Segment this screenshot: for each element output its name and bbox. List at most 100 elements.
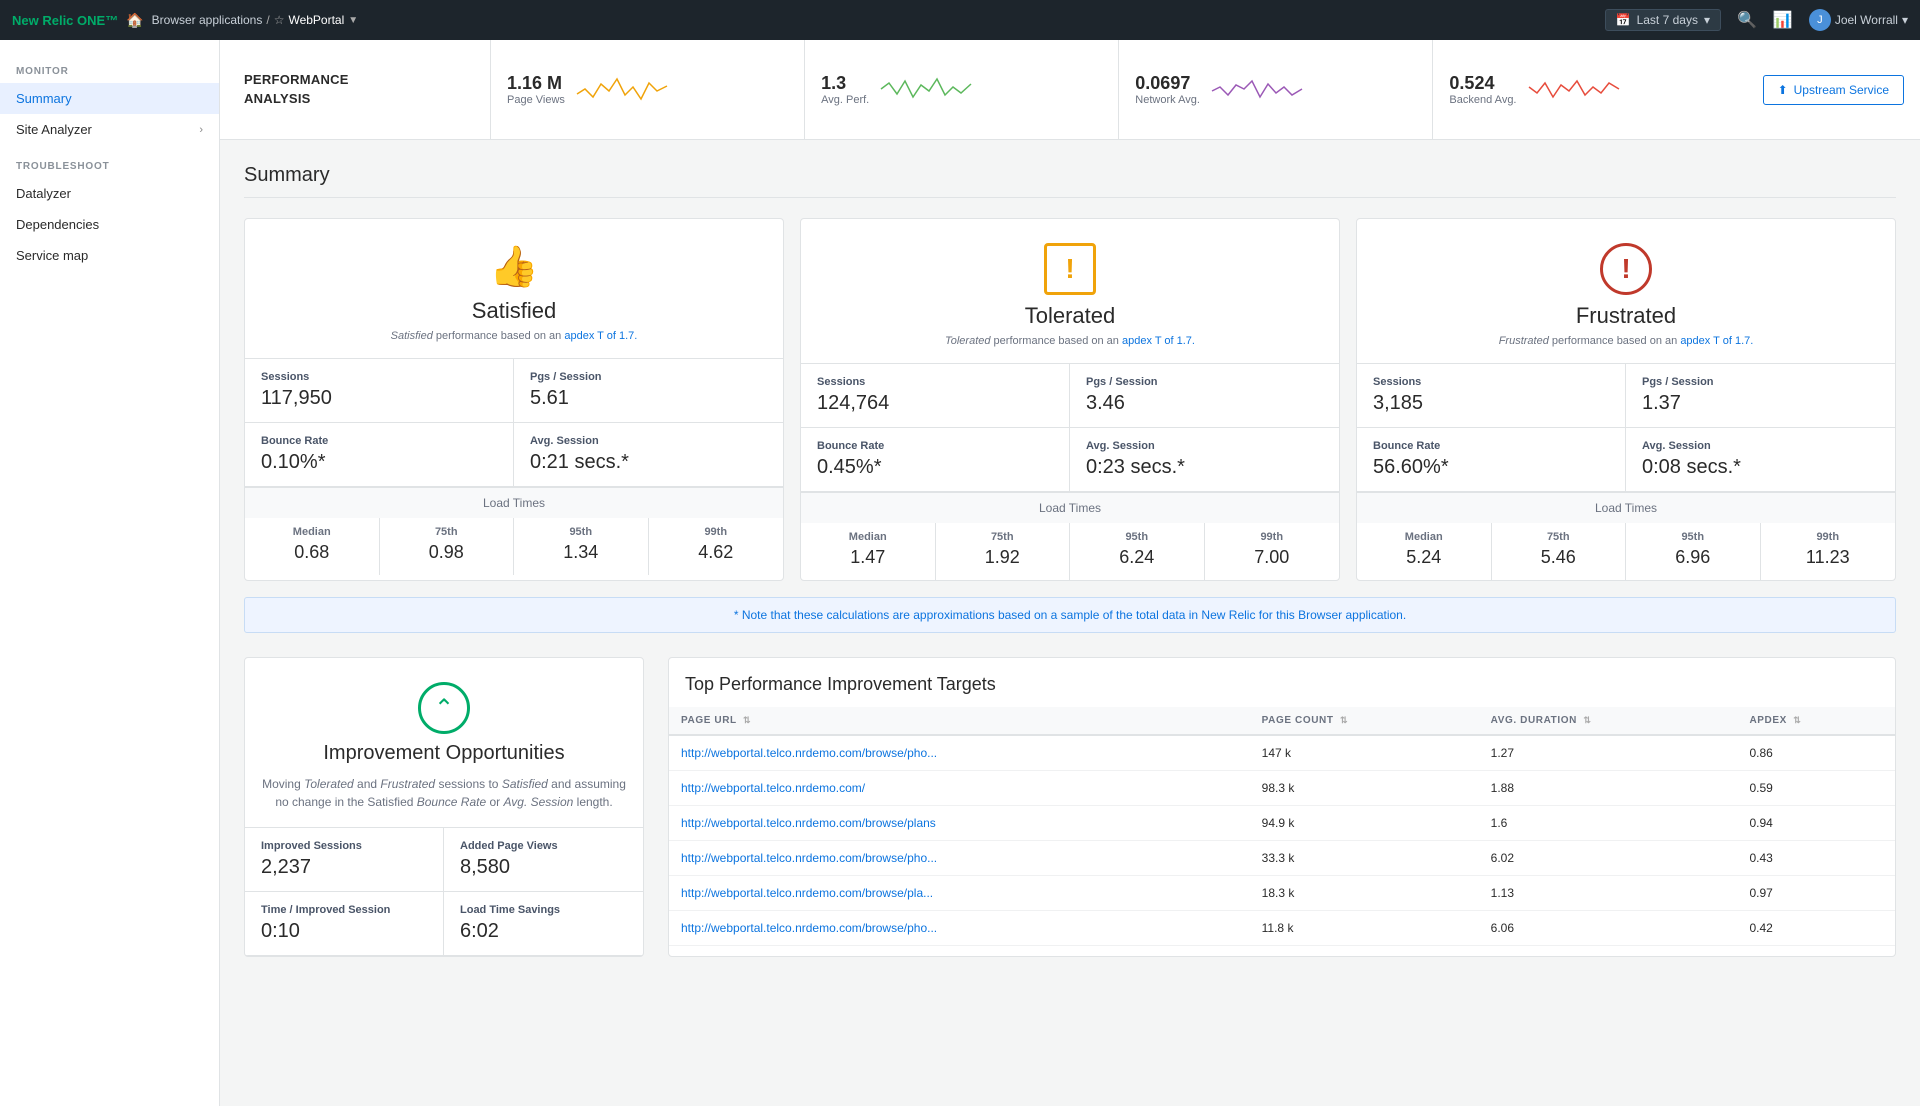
network-avg-label: Network Avg. bbox=[1135, 94, 1200, 106]
frustrated-p95: 95th 6.96 bbox=[1626, 523, 1761, 580]
user-name: Joel Worrall bbox=[1835, 13, 1898, 27]
frustrated-apdex-link[interactable]: apdex T of 1.7. bbox=[1680, 335, 1753, 347]
breadcrumb-current: WebPortal bbox=[288, 13, 344, 27]
avg-perf-chart bbox=[881, 69, 1102, 110]
satisfied-pgs-session: Pgs / Session 5.61 bbox=[514, 359, 783, 423]
tolerated-avg-session: Avg. Session 0:23 secs.* bbox=[1070, 428, 1339, 492]
frustrated-median: Median 5.24 bbox=[1357, 523, 1492, 580]
col-page-url[interactable]: PAGE URL ⇅ bbox=[669, 707, 1250, 735]
sidebar-item-service-map-label: Service map bbox=[16, 248, 88, 263]
content-area: Summary 👍 Satisfied Satisfied performanc… bbox=[220, 140, 1920, 981]
page-views-metric: 1.16 M Page Views bbox=[490, 40, 804, 139]
network-avg-value: 0.0697 bbox=[1135, 73, 1200, 94]
sidebar-item-site-analyzer[interactable]: Site Analyzer › bbox=[0, 114, 219, 145]
satisfied-sessions: Sessions 117,950 bbox=[245, 359, 514, 423]
frustrated-avg-session: Avg. Session 0:08 secs.* bbox=[1626, 428, 1895, 492]
logo[interactable]: New Relic ONE™ bbox=[12, 13, 118, 28]
cell-page-count-5: 11.8 k bbox=[1250, 911, 1479, 946]
sidebar-item-dependencies-label: Dependencies bbox=[16, 217, 99, 232]
frustrated-p99: 99th 11.23 bbox=[1761, 523, 1896, 580]
tolerated-header: ! Tolerated Tolerated performance based … bbox=[801, 219, 1339, 363]
satisfied-p75: 75th 0.98 bbox=[380, 518, 515, 575]
cell-url-3: http://webportal.telco.nrdemo.com/browse… bbox=[669, 841, 1250, 876]
satisfied-apdex-link[interactable]: apdex T of 1.7. bbox=[564, 330, 637, 342]
satisfied-bounce-rate: Bounce Rate 0.10%* bbox=[245, 423, 514, 487]
col-apdex[interactable]: APDEX ⇅ bbox=[1737, 707, 1895, 735]
avg-perf-label: Avg. Perf. bbox=[821, 94, 869, 106]
satisfied-stats: Sessions 117,950 Pgs / Session 5.61 Boun… bbox=[245, 358, 783, 487]
cell-apdex-4: 0.97 bbox=[1737, 876, 1895, 911]
page-views-label: Page Views bbox=[507, 94, 565, 106]
url-link-0[interactable]: http://webportal.telco.nrdemo.com/browse… bbox=[681, 746, 937, 760]
chart-icon[interactable]: 📊 bbox=[1773, 10, 1793, 30]
tolerated-p95: 95th 6.24 bbox=[1070, 523, 1205, 580]
sidebar-item-datalyzer-label: Datalyzer bbox=[16, 186, 71, 201]
url-link-5[interactable]: http://webportal.telco.nrdemo.com/browse… bbox=[681, 921, 937, 935]
cell-url-1: http://webportal.telco.nrdemo.com/ bbox=[669, 771, 1250, 806]
page-views-value: 1.16 M bbox=[507, 73, 565, 94]
sidebar-item-summary[interactable]: Summary bbox=[0, 83, 219, 114]
star-icon[interactable]: ☆ bbox=[274, 13, 285, 27]
breadcrumb-app[interactable]: Browser applications bbox=[152, 13, 263, 27]
url-link-4[interactable]: http://webportal.telco.nrdemo.com/browse… bbox=[681, 886, 933, 900]
cell-url-5: http://webportal.telco.nrdemo.com/browse… bbox=[669, 911, 1250, 946]
satisfied-header: 👍 Satisfied Satisfied performance based … bbox=[245, 219, 783, 358]
frustrated-desc: Frustrated performance based on an apdex… bbox=[1373, 335, 1879, 347]
table-row: http://webportal.telco.nrdemo.com/browse… bbox=[669, 841, 1895, 876]
sidebar-item-dependencies[interactable]: Dependencies bbox=[0, 209, 219, 240]
cell-url-2: http://webportal.telco.nrdemo.com/browse… bbox=[669, 806, 1250, 841]
tolerated-sessions: Sessions 124,764 bbox=[801, 364, 1070, 428]
cell-apdex-3: 0.43 bbox=[1737, 841, 1895, 876]
search-icon[interactable]: 🔍 bbox=[1737, 10, 1757, 30]
url-link-1[interactable]: http://webportal.telco.nrdemo.com/ bbox=[681, 781, 865, 795]
satisfied-desc: Satisfied performance based on an apdex … bbox=[261, 330, 767, 342]
tolerated-icon: ! bbox=[1044, 243, 1096, 295]
satisfied-icon: 👍 bbox=[261, 243, 767, 290]
nav-right: 📅 Last 7 days ▾ 🔍 📊 J Joel Worrall ▾ bbox=[1605, 9, 1908, 31]
url-link-3[interactable]: http://webportal.telco.nrdemo.com/browse… bbox=[681, 851, 937, 865]
sort-avg-duration-icon: ⇅ bbox=[1583, 715, 1591, 725]
top-performance-title: Top Performance Improvement Targets bbox=[669, 658, 1895, 707]
sidebar-item-service-map[interactable]: Service map bbox=[0, 240, 219, 271]
tolerated-median: Median 1.47 bbox=[801, 523, 936, 580]
upstream-service-label: Upstream Service bbox=[1794, 83, 1889, 97]
time-range-label: Last 7 days bbox=[1637, 13, 1698, 27]
col-avg-duration[interactable]: AVG. DURATION ⇅ bbox=[1479, 707, 1738, 735]
tolerated-load-times-header: Load Times bbox=[801, 492, 1339, 523]
top-navigation: New Relic ONE™ 🏠 Browser applications / … bbox=[0, 0, 1920, 40]
user-menu[interactable]: J Joel Worrall ▾ bbox=[1809, 9, 1908, 31]
col-page-count[interactable]: PAGE COUNT ⇅ bbox=[1250, 707, 1479, 735]
satisfied-title: Satisfied bbox=[261, 298, 767, 324]
improved-sessions-stat: Improved Sessions 2,237 bbox=[245, 828, 444, 892]
time-range-selector[interactable]: 📅 Last 7 days ▾ bbox=[1605, 9, 1721, 31]
cell-avg-duration-4: 1.13 bbox=[1479, 876, 1738, 911]
network-avg-chart bbox=[1212, 69, 1417, 110]
user-dropdown-icon: ▾ bbox=[1902, 13, 1908, 27]
sidebar-item-site-analyzer-label: Site Analyzer bbox=[16, 122, 92, 137]
dropdown-icon[interactable]: ▼ bbox=[348, 15, 358, 26]
time-improved-session-stat: Time / Improved Session 0:10 bbox=[245, 892, 444, 956]
frustrated-load-times: Median 5.24 75th 5.46 95th 6.96 99th bbox=[1357, 523, 1895, 580]
cell-page-count-3: 33.3 k bbox=[1250, 841, 1479, 876]
breadcrumb-sep1: / bbox=[266, 13, 269, 27]
improvement-header: ⌃ Improvement Opportunities Moving Toler… bbox=[245, 658, 643, 827]
performance-analysis-title: PERFORMANCEANALYSIS bbox=[220, 71, 490, 107]
satisfied-p99: 99th 4.62 bbox=[649, 518, 784, 575]
main-content: PERFORMANCEANALYSIS 1.16 M Page Views bbox=[220, 40, 1920, 1106]
performance-metrics: 1.16 M Page Views 1.3 Avg. Perf. bbox=[490, 40, 1747, 139]
avg-perf-metric: 1.3 Avg. Perf. bbox=[804, 40, 1118, 139]
backend-avg-label: Backend Avg. bbox=[1449, 94, 1516, 106]
tolerated-p99: 99th 7.00 bbox=[1205, 523, 1340, 580]
table-row: http://webportal.telco.nrdemo.com/browse… bbox=[669, 876, 1895, 911]
sidebar-item-datalyzer[interactable]: Datalyzer bbox=[0, 178, 219, 209]
nav-home-icon[interactable]: 🏠 bbox=[126, 12, 143, 29]
tolerated-p75: 75th 1.92 bbox=[936, 523, 1071, 580]
satisfied-median: Median 0.68 bbox=[245, 518, 380, 575]
cell-url-0: http://webportal.telco.nrdemo.com/browse… bbox=[669, 735, 1250, 771]
url-link-2[interactable]: http://webportal.telco.nrdemo.com/browse… bbox=[681, 816, 936, 830]
sidebar-item-summary-label: Summary bbox=[16, 91, 72, 106]
backend-avg-metric: 0.524 Backend Avg. bbox=[1432, 40, 1746, 139]
improvement-desc: Moving Tolerated and Frustrated sessions… bbox=[261, 775, 627, 811]
upstream-service-button[interactable]: ⬆ Upstream Service bbox=[1763, 75, 1904, 105]
tolerated-apdex-link[interactable]: apdex T of 1.7. bbox=[1122, 335, 1195, 347]
